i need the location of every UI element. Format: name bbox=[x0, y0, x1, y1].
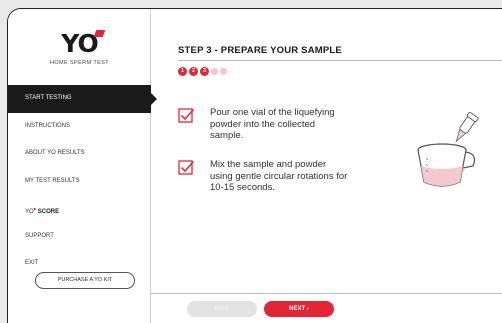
page-title: STEP 3 - PREPARE YOUR SAMPLE bbox=[178, 45, 342, 56]
checkbox-checked-icon bbox=[178, 108, 195, 123]
sidebar: YO HOME SPERM TEST START TESTING INSTRUC… bbox=[8, 9, 157, 323]
step-dot-current: 3 bbox=[200, 67, 209, 76]
step-dot-completed: 2 bbox=[189, 67, 198, 76]
logo: YO HOME SPERM TEST bbox=[8, 29, 151, 66]
title-divider bbox=[178, 60, 502, 61]
sample-cup-illustration-icon bbox=[417, 111, 479, 187]
sidebar-item-label: START TESTING bbox=[25, 95, 72, 101]
footer-divider bbox=[151, 293, 502, 294]
logo-mark: YO bbox=[61, 29, 106, 58]
back-button[interactable]: BACK bbox=[187, 301, 257, 317]
yo-mark-icon: ■ bbox=[33, 206, 37, 211]
sidebar-item-label: INSTRUCTIONS bbox=[25, 122, 70, 129]
checkbox-checked-icon bbox=[178, 160, 195, 175]
sidebar-item-yo-score[interactable]: YO■ SCORE bbox=[8, 195, 151, 223]
sidebar-item-start-testing[interactable]: START TESTING bbox=[8, 85, 157, 113]
sidebar-nav: START TESTING INSTRUCTIONS ABOUT YO RESU… bbox=[8, 85, 157, 278]
logo-subtitle: HOME SPERM TEST bbox=[49, 60, 110, 66]
sidebar-item-support[interactable]: SUPPORT bbox=[8, 223, 151, 251]
logo-accent-icon bbox=[93, 30, 106, 37]
instruction-item: Pour one vial of the liquefying powder i… bbox=[178, 107, 350, 142]
instruction-item: Mix the sample and powder using gentle c… bbox=[178, 159, 350, 194]
step-dot-pending: 4 bbox=[211, 68, 218, 75]
purchase-kit-button[interactable]: PURCHASE A YO KIT bbox=[35, 272, 135, 289]
step-dot-completed: 1 bbox=[178, 67, 187, 76]
sidebar-item-label: SCORE bbox=[37, 209, 60, 215]
sidebar-item-my-test-results[interactable]: MY TEST RESULTS bbox=[8, 168, 151, 196]
instruction-text: Mix the sample and powder using gentle c… bbox=[210, 159, 348, 193]
step-progress: 1 2 3 4 5 bbox=[178, 67, 227, 76]
instruction-text: Pour one vial of the liquefying powder i… bbox=[210, 107, 335, 141]
sidebar-item-label: MY TEST RESULTS bbox=[25, 177, 80, 184]
app-window: YO HOME SPERM TEST START TESTING INSTRUC… bbox=[7, 8, 502, 323]
sidebar-item-label: SUPPORT bbox=[25, 232, 54, 239]
sidebar-item-label: EXIT bbox=[25, 260, 39, 266]
step-dot-pending: 5 bbox=[220, 68, 227, 75]
sidebar-item-instructions[interactable]: INSTRUCTIONS bbox=[8, 113, 151, 141]
sidebar-item-about-yo-results[interactable]: ABOUT YO RESULTS bbox=[8, 140, 151, 168]
main-content: STEP 3 - PREPARE YOUR SAMPLE 1 2 3 4 5 P… bbox=[151, 9, 502, 323]
sidebar-item-prefix: YO bbox=[25, 209, 34, 215]
logo-text: YO bbox=[61, 29, 98, 58]
next-button[interactable]: NEXT › bbox=[264, 301, 334, 317]
sidebar-item-label: ABOUT YO RESULTS bbox=[25, 150, 85, 156]
